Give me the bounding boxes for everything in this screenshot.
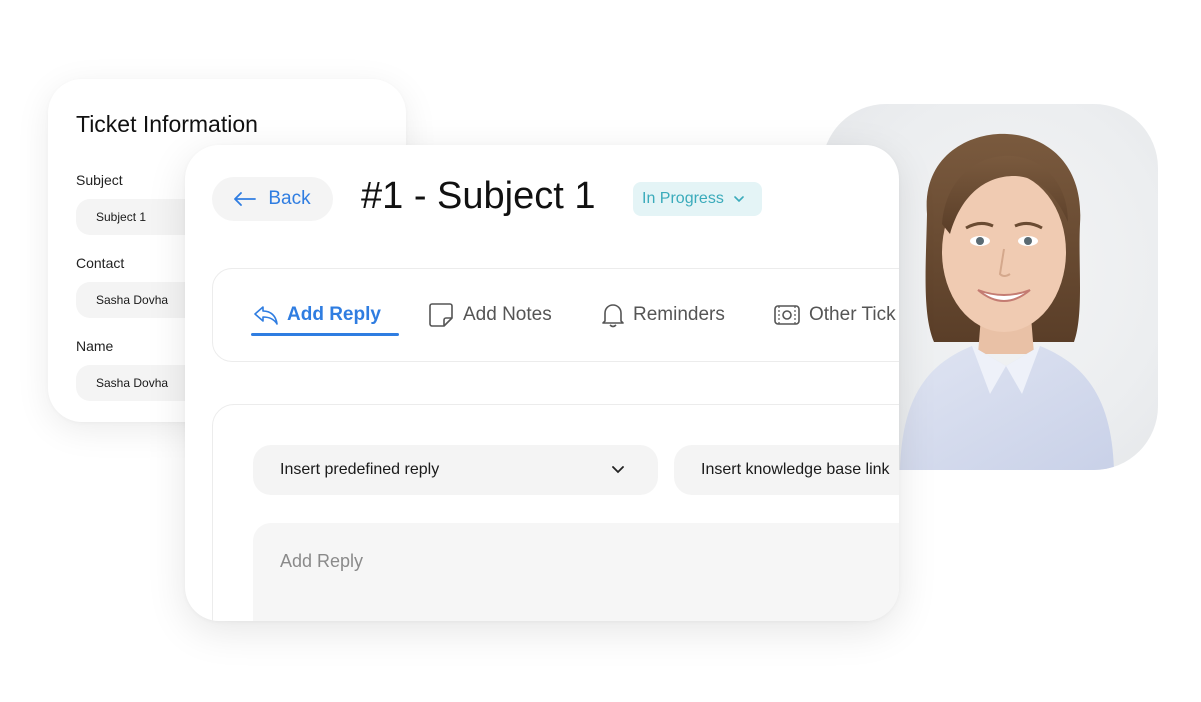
back-button[interactable]: Back: [212, 177, 333, 221]
tab-label: Add Notes: [463, 304, 552, 325]
tabs-bar: Add Reply Add Notes Reminders Other Tick: [212, 268, 899, 362]
bell-icon: [601, 302, 625, 328]
ticket-title: #1 - Subject 1: [361, 175, 596, 217]
predefined-reply-label: Insert predefined reply: [280, 461, 440, 478]
tab-label: Reminders: [633, 304, 725, 325]
status-label: In Progress: [642, 190, 724, 207]
tab-label: Other Tick: [809, 304, 896, 325]
reply-panel: Insert predefined reply Insert knowledge…: [212, 404, 899, 621]
knowledge-base-label: Insert knowledge base link: [701, 461, 890, 478]
chevron-down-icon: [612, 466, 624, 474]
knowledge-base-dropdown[interactable]: Insert knowledge base link: [674, 445, 899, 495]
predefined-reply-dropdown[interactable]: Insert predefined reply: [253, 445, 658, 495]
tab-add-reply[interactable]: Add Reply: [253, 295, 381, 335]
tab-reminders[interactable]: Reminders: [601, 295, 725, 335]
subject-label: Subject: [76, 172, 123, 188]
active-tab-indicator: [251, 333, 399, 336]
chevron-down-icon: [734, 196, 744, 202]
contact-label: Contact: [76, 255, 125, 271]
back-label: Back: [268, 188, 311, 209]
tab-add-notes[interactable]: Add Notes: [427, 295, 552, 335]
status-dropdown[interactable]: In Progress: [633, 182, 762, 216]
note-icon: [427, 301, 455, 329]
ticket-card: Back #1 - Subject 1 In Progress Add Repl…: [185, 145, 899, 621]
reply-textarea[interactable]: Add Reply: [253, 523, 899, 621]
arrow-left-icon: [234, 192, 257, 206]
reply-icon: [253, 304, 279, 326]
ticket-information-title: Ticket Information: [76, 111, 258, 137]
name-label: Name: [76, 338, 114, 354]
tab-label: Add Reply: [287, 304, 381, 325]
tab-other-tickets[interactable]: Other Tick: [773, 295, 896, 335]
tickets-icon: [773, 303, 801, 327]
